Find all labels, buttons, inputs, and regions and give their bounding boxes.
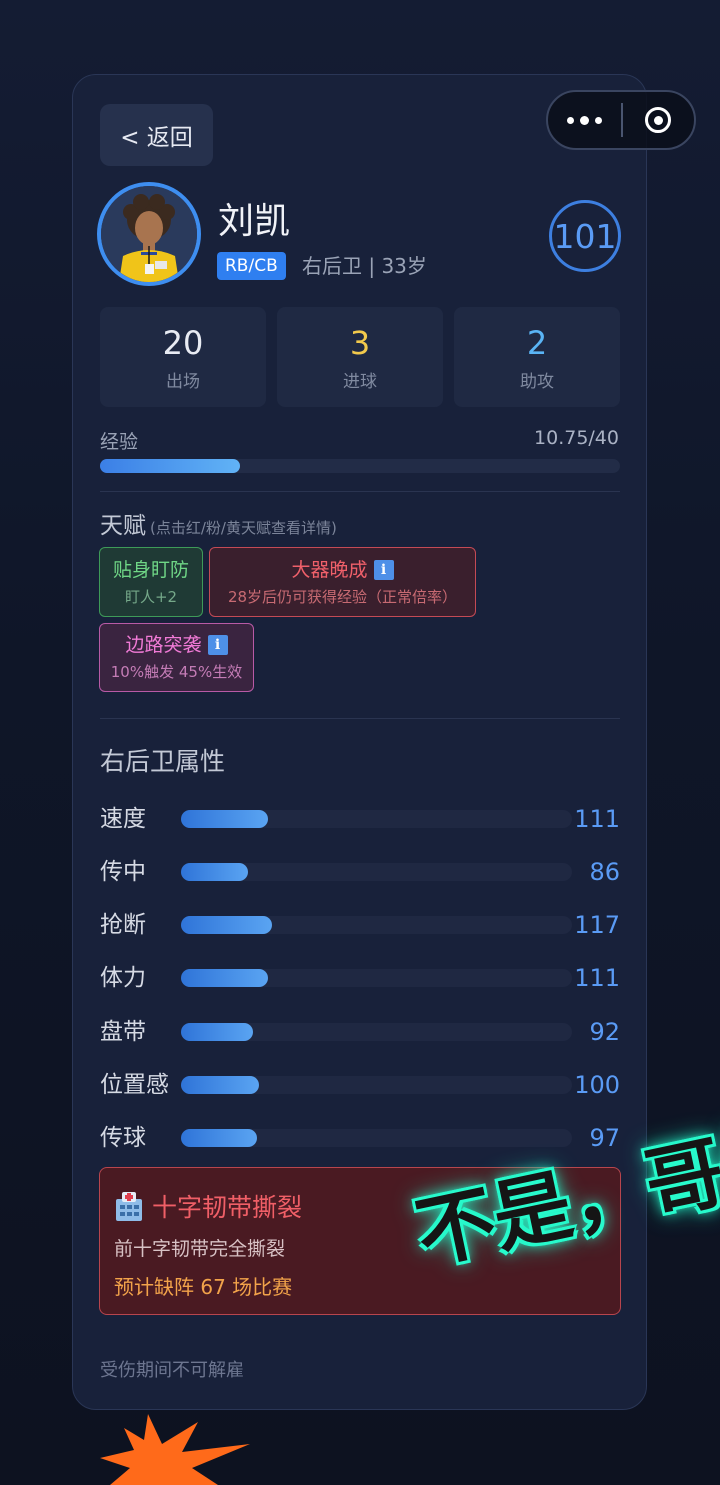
talent-name: 贴身盯防 xyxy=(113,557,189,583)
talent-tag-wing-raid[interactable]: 边路突袭 i 10%触发 45%生效 xyxy=(99,623,254,692)
player-name: 刘凯 xyxy=(218,201,291,242)
attribute-row: 抢断 117 xyxy=(100,907,620,943)
attribute-row: 传中 86 xyxy=(100,854,620,890)
attribute-bar-fill xyxy=(181,916,272,934)
talent-tag-late-bloomer[interactable]: 大器晚成 i 28岁后仍可获得经验（正常倍率） xyxy=(209,547,476,617)
player-photo xyxy=(101,186,197,282)
attribute-name: 抢断 xyxy=(100,912,146,938)
injury-description: 前十字韧带完全撕裂 xyxy=(114,1238,286,1260)
attribute-name: 传球 xyxy=(100,1125,146,1151)
attribute-bar-fill xyxy=(181,1129,257,1147)
talent-name: 大器晚成 i xyxy=(291,557,394,583)
overall-rating: 101 xyxy=(549,200,621,272)
experience-bar-fill xyxy=(100,459,240,473)
more-dot-icon xyxy=(567,116,574,124)
attribute-value: 111 xyxy=(574,964,620,992)
stat-value: 20 xyxy=(162,323,204,362)
talents-heading: 天赋 xyxy=(100,513,146,539)
attribute-row: 位置感 100 xyxy=(100,1067,620,1103)
experience-label: 经验 xyxy=(100,431,139,453)
info-icon[interactable]: i xyxy=(207,635,228,655)
attribute-row: 盘带 92 xyxy=(100,1014,620,1050)
info-icon[interactable]: i xyxy=(373,559,394,580)
talent-name-text: 大器晚成 xyxy=(291,558,368,581)
injury-title: 十字韧带撕裂 xyxy=(114,1188,302,1224)
talent-name-text: 贴身盯防 xyxy=(112,558,189,581)
target-icon xyxy=(645,107,672,133)
more-dot-icon xyxy=(595,116,602,124)
talent-desc: 10%触发 45%生效 xyxy=(110,663,243,681)
burst-sticker-icon xyxy=(100,1414,250,1485)
talent-tag-marking[interactable]: 贴身盯防 盯人+2 xyxy=(99,547,203,617)
talent-name-text: 边路突袭 xyxy=(125,634,202,656)
talents-hint: (点击红/粉/黄天赋查看详情) xyxy=(150,519,337,537)
talent-desc: 28岁后仍可获得经验（正常倍率） xyxy=(227,587,458,606)
attribute-value: 117 xyxy=(574,911,620,939)
injury-title-text: 十字韧带撕裂 xyxy=(152,1193,303,1222)
attribute-bar-fill xyxy=(181,969,268,987)
attribute-row: 体力 111 xyxy=(100,960,620,996)
injury-footnote: 受伤期间不可解雇 xyxy=(100,1360,244,1381)
attribute-value: 92 xyxy=(589,1018,620,1046)
section-divider xyxy=(100,491,620,492)
attribute-name: 速度 xyxy=(100,806,146,832)
attribute-bar-fill xyxy=(181,863,248,881)
attribute-bar-fill xyxy=(181,810,268,828)
stat-value: 2 xyxy=(526,323,548,362)
player-subinfo: 右后卫 | 33岁 xyxy=(302,254,427,278)
stat-goals: 3 进球 xyxy=(277,307,443,407)
attribute-value: 111 xyxy=(574,805,620,833)
stat-label: 助攻 xyxy=(520,371,554,392)
experience-value: 10.75/40 xyxy=(534,427,619,449)
more-dot-icon xyxy=(580,115,589,125)
talent-desc: 盯人+2 xyxy=(124,587,178,606)
stat-appearances: 20 出场 xyxy=(100,307,266,407)
injury-outlook: 预计缺阵 67 场比赛 xyxy=(114,1275,293,1299)
more-menu-button[interactable] xyxy=(548,92,621,148)
hospital-icon xyxy=(114,1191,144,1221)
attribute-name: 体力 xyxy=(100,965,146,991)
avatar xyxy=(97,182,201,286)
section-divider xyxy=(100,718,620,719)
attribute-value: 86 xyxy=(589,858,620,886)
attribute-row: 速度 111 xyxy=(100,801,620,837)
back-button[interactable]: < 返回 xyxy=(100,104,213,166)
attribute-name: 传中 xyxy=(100,859,146,885)
talents-title: 天赋 (点击红/粉/黄天赋查看详情) xyxy=(100,506,337,540)
attribute-bar-fill xyxy=(181,1076,259,1094)
miniprogram-capsule xyxy=(546,90,696,150)
attribute-name: 盘带 xyxy=(100,1019,146,1045)
stat-label: 进球 xyxy=(343,371,377,392)
position-badge: RB/CB xyxy=(217,252,286,280)
season-stats: 20 出场 3 进球 2 助攻 xyxy=(100,307,620,407)
attribute-bar-fill xyxy=(181,1023,253,1041)
attribute-name: 位置感 xyxy=(100,1072,169,1098)
talent-name: 边路突袭 i xyxy=(125,632,228,658)
stat-label: 出场 xyxy=(166,371,200,392)
stat-value: 3 xyxy=(349,323,371,362)
stat-assists: 2 助攻 xyxy=(454,307,620,407)
attributes-title: 右后卫属性 xyxy=(100,747,226,776)
attribute-value: 100 xyxy=(574,1071,620,1099)
close-miniprogram-button[interactable] xyxy=(623,92,694,148)
